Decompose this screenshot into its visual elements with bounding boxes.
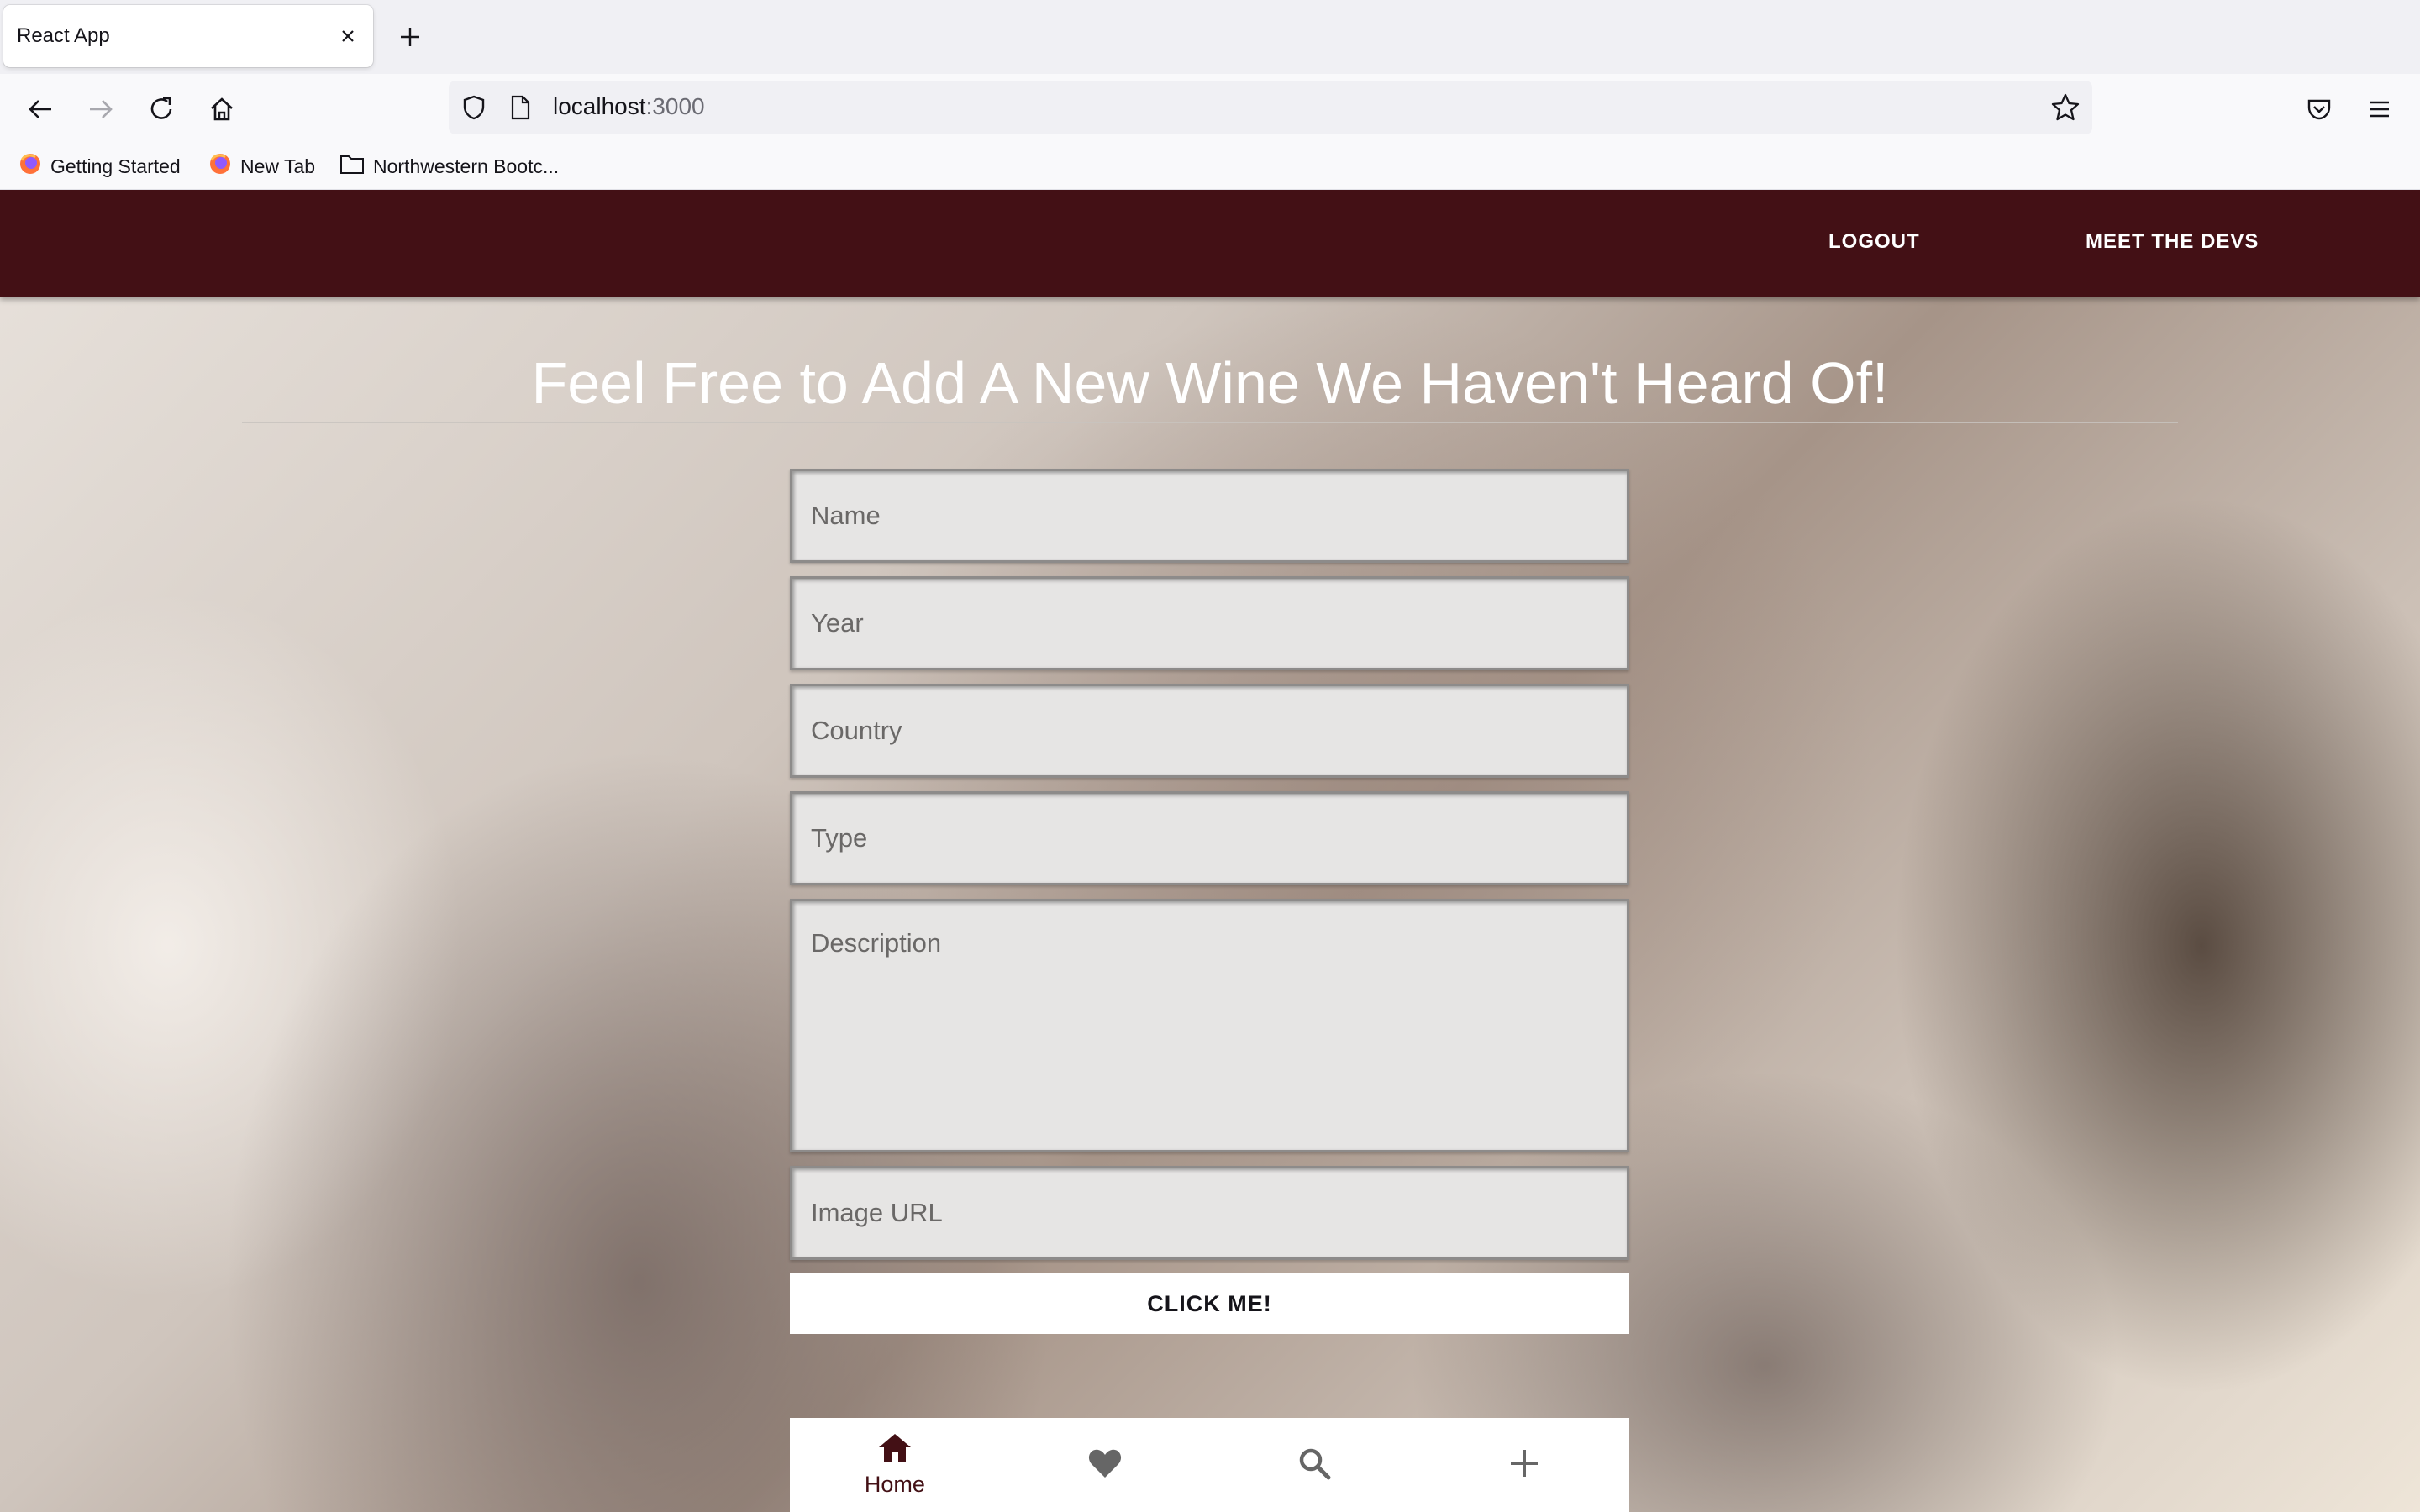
- page-title: Feel Free to Add A New Wine We Haven't H…: [531, 350, 1889, 416]
- name-placeholder: Name: [811, 501, 881, 530]
- close-tab-icon[interactable]: [336, 24, 360, 48]
- year-placeholder: Year: [811, 608, 864, 638]
- bookmark-getting-started[interactable]: Getting Started: [18, 151, 181, 181]
- page-icon[interactable]: [508, 94, 533, 125]
- bookmark-label: Getting Started: [50, 155, 181, 177]
- home-icon: [877, 1432, 913, 1468]
- bookmarks-bar: Getting Started New Tab Northwestern Boo…: [0, 143, 2420, 190]
- bookmark-label: Northwestern Bootc...: [373, 155, 560, 177]
- nav-search[interactable]: [1210, 1418, 1420, 1512]
- bookmark-new-tab[interactable]: New Tab: [208, 151, 315, 181]
- heart-icon: [1087, 1447, 1123, 1483]
- search-icon: [1297, 1446, 1331, 1484]
- url-text[interactable]: localhost:3000: [553, 93, 705, 120]
- app-header-bar: LOGOUT MEET THE DEVS: [0, 190, 2420, 297]
- back-arrow-icon[interactable]: [24, 92, 57, 126]
- type-input[interactable]: Type: [790, 791, 1629, 885]
- logout-button[interactable]: LOGOUT: [1828, 230, 1920, 254]
- firefox-icon: [208, 152, 232, 181]
- browser-tabstrip: React App: [0, 0, 2420, 74]
- browser-navbar: localhost:3000: [0, 74, 2420, 143]
- new-tab-plus-icon[interactable]: [395, 22, 425, 52]
- forward-arrow-icon[interactable]: [84, 92, 118, 126]
- bookmark-label: New Tab: [240, 155, 316, 177]
- url-host: localhost: [553, 93, 646, 119]
- nav-home-label: Home: [864, 1472, 925, 1497]
- home-icon[interactable]: [205, 92, 239, 126]
- bookmark-northwestern-folder[interactable]: Northwestern Bootc...: [339, 151, 559, 181]
- pocket-icon[interactable]: [2302, 92, 2336, 126]
- country-input[interactable]: Country: [790, 684, 1629, 778]
- submit-button[interactable]: CLICK ME!: [790, 1273, 1629, 1334]
- app-viewport: LOGOUT MEET THE DEVS Feel Free to Add A …: [0, 190, 2420, 1512]
- menu-icon[interactable]: [2363, 92, 2396, 126]
- plus-icon: [1508, 1447, 1540, 1483]
- browser-tab[interactable]: React App: [3, 5, 373, 67]
- url-port: :3000: [645, 93, 705, 119]
- meet-the-devs-button[interactable]: MEET THE DEVS: [2086, 230, 2259, 254]
- description-placeholder: Description: [811, 928, 942, 958]
- image-url-placeholder: Image URL: [811, 1198, 943, 1227]
- country-placeholder: Country: [811, 716, 902, 745]
- nav-favorites[interactable]: [1000, 1418, 1210, 1512]
- reload-icon[interactable]: [145, 92, 178, 126]
- year-input[interactable]: Year: [790, 576, 1629, 670]
- type-placeholder: Type: [811, 823, 868, 853]
- firefox-icon: [18, 152, 42, 181]
- bookmark-star-icon[interactable]: [2050, 92, 2081, 127]
- nav-home[interactable]: Home: [790, 1418, 1000, 1512]
- heading-divider: [242, 422, 2178, 423]
- description-textarea[interactable]: Description: [790, 899, 1629, 1152]
- shield-icon[interactable]: [460, 94, 487, 125]
- tab-title: React App: [17, 24, 110, 47]
- name-input[interactable]: Name: [790, 469, 1629, 563]
- bottom-navigation: Home: [790, 1418, 1629, 1512]
- image-url-input[interactable]: Image URL: [790, 1166, 1629, 1260]
- url-bar[interactable]: localhost:3000: [449, 81, 2092, 134]
- folder-icon: [339, 153, 365, 180]
- nav-add[interactable]: [1419, 1418, 1629, 1512]
